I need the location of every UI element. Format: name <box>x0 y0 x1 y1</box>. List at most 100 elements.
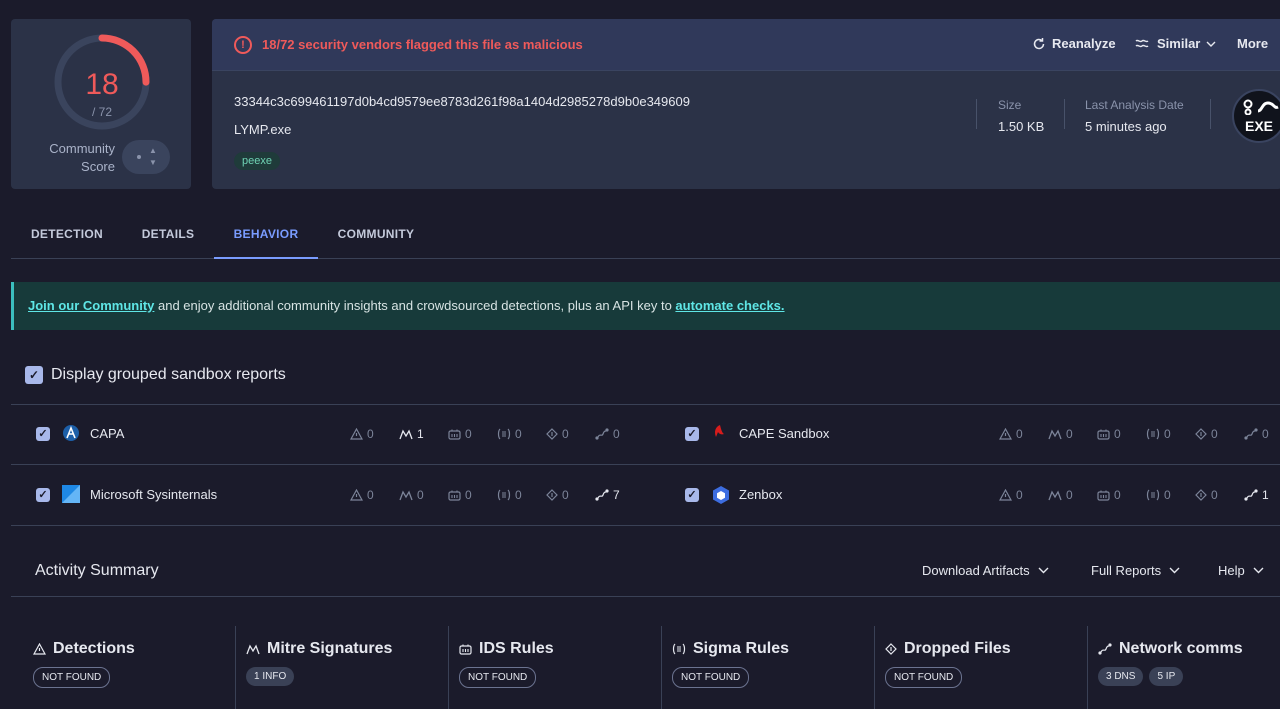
ids-count[interactable]: 0 <box>1097 488 1121 502</box>
detections-count[interactable]: 0 <box>999 488 1023 502</box>
summary-title-text: IDS Rules <box>479 640 554 657</box>
join-community-link[interactable]: Join our Community <box>28 298 154 313</box>
reanalyze-button[interactable]: Reanalyze <box>1032 36 1116 51</box>
dropped-count[interactable]: 0 <box>546 488 569 502</box>
mitre-count[interactable]: 0 <box>399 488 424 502</box>
detections-icon <box>33 643 46 655</box>
summary-title: Detections <box>33 640 135 658</box>
vote-dot-icon <box>137 155 141 159</box>
detections-count[interactable]: 0 <box>350 427 374 441</box>
summary-badges: 3 DNS 5 IP <box>1098 667 1184 686</box>
detections-count[interactable]: 0 <box>350 488 374 502</box>
tab-behavior[interactable]: BEHAVIOR <box>214 212 318 259</box>
similar-icon <box>1135 39 1149 47</box>
sandbox-checkbox[interactable]: ✓ <box>685 427 699 441</box>
summary-title: Mitre Signatures <box>246 640 392 658</box>
more-dropdown[interactable]: More <box>1237 36 1268 51</box>
summary-badges: NOT FOUND <box>885 667 963 688</box>
stat-value: 0 <box>1016 427 1023 441</box>
stat-value: 0 <box>1016 488 1023 502</box>
stat-value: 0 <box>367 427 374 441</box>
flag-text: 18/72 security vendors flagged this file… <box>262 37 583 52</box>
summary-detections[interactable]: Detections NOT FOUND <box>23 626 235 709</box>
summary-network-comms[interactable]: Network comms 3 DNS 5 IP <box>1087 626 1280 709</box>
mitre-count[interactable]: 1 <box>399 427 424 441</box>
download-artifacts-dropdown[interactable]: Download Artifacts <box>922 563 1049 578</box>
sigma-count[interactable]: 0 <box>1146 427 1171 441</box>
full-reports-dropdown[interactable]: Full Reports <box>1091 563 1180 578</box>
banner-middle-text: and enjoy additional community insights … <box>154 298 676 313</box>
similar-dropdown[interactable]: Similar <box>1135 36 1216 51</box>
similar-label: Similar <box>1157 36 1201 51</box>
network-count[interactable]: 7 <box>595 488 620 502</box>
summary-mitre-signatures[interactable]: Mitre Signatures 1 INFO <box>235 626 448 709</box>
tab-community[interactable]: COMMUNITY <box>318 212 434 259</box>
detection-score-card: 18 / 72 Community Score ▲ ▼ <box>11 19 191 189</box>
score-total: / 72 <box>91 105 112 119</box>
automate-checks-link[interactable]: automate checks. <box>675 298 784 313</box>
ids-count[interactable]: 0 <box>448 427 472 441</box>
ids-count[interactable]: 0 <box>1097 427 1121 441</box>
sandbox-name-sysinternals[interactable]: Microsoft Sysinternals <box>90 487 217 502</box>
group-sandbox-checkbox[interactable]: ✓ <box>25 366 43 384</box>
ids-icon <box>1097 428 1110 440</box>
summary-ids-rules[interactable]: IDS Rules NOT FOUND <box>448 626 661 709</box>
exe-file-type-icon: EXE <box>1232 89 1280 143</box>
tab-detection[interactable]: DETECTION <box>11 212 123 259</box>
stat-value: 0 <box>562 427 569 441</box>
dropped-count[interactable]: 0 <box>546 427 569 441</box>
summary-dropped-files[interactable]: Dropped Files NOT FOUND <box>874 626 1087 709</box>
dropped-icon <box>546 489 558 501</box>
alert-circle-icon: ! <box>234 36 252 54</box>
sigma-count[interactable]: 0 <box>1146 488 1171 502</box>
summary-title-text: Mitre Signatures <box>267 640 393 657</box>
stat-value: 0 <box>1114 488 1121 502</box>
download-artifacts-label: Download Artifacts <box>922 563 1030 578</box>
tab-details[interactable]: DETAILS <box>123 212 213 259</box>
ids-count[interactable]: 0 <box>448 488 472 502</box>
network-count[interactable]: 0 <box>1244 427 1269 441</box>
help-dropdown[interactable]: Help <box>1218 563 1264 578</box>
sandbox-checkbox[interactable]: ✓ <box>685 488 699 502</box>
file-hash[interactable]: 33344c3c699461197d0b4cd9579ee8783d261f98… <box>234 94 690 109</box>
sandbox-name-zenbox[interactable]: Zenbox <box>739 487 782 502</box>
dropped-count[interactable]: 0 <box>1195 488 1218 502</box>
sigma-count[interactable]: 0 <box>497 488 522 502</box>
summary-badge: NOT FOUND <box>672 667 750 688</box>
network-count[interactable]: 1 <box>1244 488 1269 502</box>
sandbox-name-capa[interactable]: CAPA <box>90 426 124 441</box>
community-score-label: Community Score <box>49 140 115 176</box>
divider <box>11 404 1280 405</box>
community-vote-toggle[interactable]: ▲ ▼ <box>122 140 170 174</box>
community-label-line-1: Community <box>49 141 115 156</box>
summary-badge: NOT FOUND <box>459 667 537 688</box>
network-count[interactable]: 0 <box>595 427 620 441</box>
sandbox-name-cape[interactable]: CAPE Sandbox <box>739 426 829 441</box>
network-icon <box>595 489 609 501</box>
summary-badge: 5 IP <box>1149 667 1184 686</box>
divider <box>11 525 1280 526</box>
mitre-icon <box>246 644 260 655</box>
sandbox-checkbox[interactable]: ✓ <box>36 488 50 502</box>
vote-up-icon[interactable]: ▲ <box>149 146 157 155</box>
detections-count[interactable]: 0 <box>999 427 1023 441</box>
vote-down-icon[interactable]: ▼ <box>149 158 157 167</box>
mitre-count[interactable]: 0 <box>1048 488 1073 502</box>
sandbox-checkbox[interactable]: ✓ <box>36 427 50 441</box>
detections-icon <box>350 489 363 501</box>
file-type-label: EXE <box>1244 118 1273 134</box>
divider <box>976 99 977 129</box>
detections-icon <box>999 428 1012 440</box>
dropped-icon <box>1195 428 1207 440</box>
dropped-count[interactable]: 0 <box>1195 427 1218 441</box>
mitre-count[interactable]: 0 <box>1048 427 1073 441</box>
summary-title: Sigma Rules <box>672 640 789 658</box>
summary-sigma-rules[interactable]: Sigma Rules NOT FOUND <box>661 626 874 709</box>
malicious-flag-bar: ! 18/72 security vendors flagged this fi… <box>212 19 1280 71</box>
sigma-count[interactable]: 0 <box>497 427 522 441</box>
summary-title: Network comms <box>1098 640 1243 658</box>
file-tag[interactable]: peexe <box>234 152 280 170</box>
sigma-icon <box>497 428 511 440</box>
summary-badge: 1 INFO <box>246 667 295 686</box>
stat-value: 0 <box>1066 427 1073 441</box>
